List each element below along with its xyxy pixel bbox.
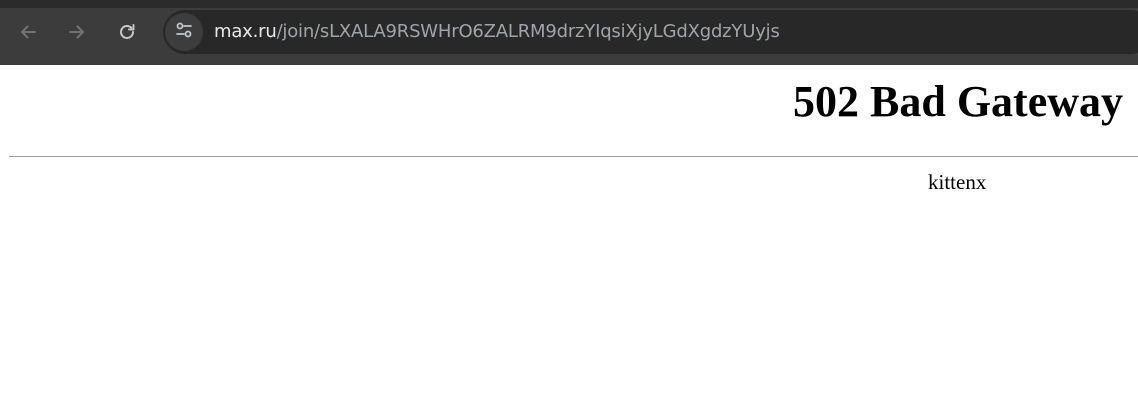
page-content: 502 Bad Gateway kittenx (0, 65, 1138, 417)
forward-button[interactable] (62, 17, 92, 47)
browser-toolbar: max.ru/join/sLXALA9RSWHrO6ZALRM9drzYIqsi… (0, 0, 1138, 65)
divider (9, 156, 1138, 157)
reload-button[interactable] (112, 17, 142, 47)
tune-icon (174, 20, 194, 45)
server-name: kittenx (928, 170, 987, 194)
tab-strip (0, 0, 1138, 8)
url-host: max.ru (214, 21, 277, 42)
url-text[interactable]: max.ru/join/sLXALA9RSWHrO6ZALRM9drzYIqsi… (214, 20, 780, 44)
arrow-right-icon (67, 22, 87, 42)
arrow-left-icon (18, 22, 38, 42)
url-path: /join/sLXALA9RSWHrO6ZALRM9drzYIqsiXjyLGd… (276, 21, 780, 42)
back-button[interactable] (13, 17, 43, 47)
error-heading: 502 Bad Gateway (793, 77, 1123, 126)
reload-icon (117, 22, 137, 42)
site-info-button[interactable] (165, 13, 203, 51)
address-bar[interactable]: max.ru/join/sLXALA9RSWHrO6ZALRM9drzYIqsi… (163, 10, 1138, 54)
